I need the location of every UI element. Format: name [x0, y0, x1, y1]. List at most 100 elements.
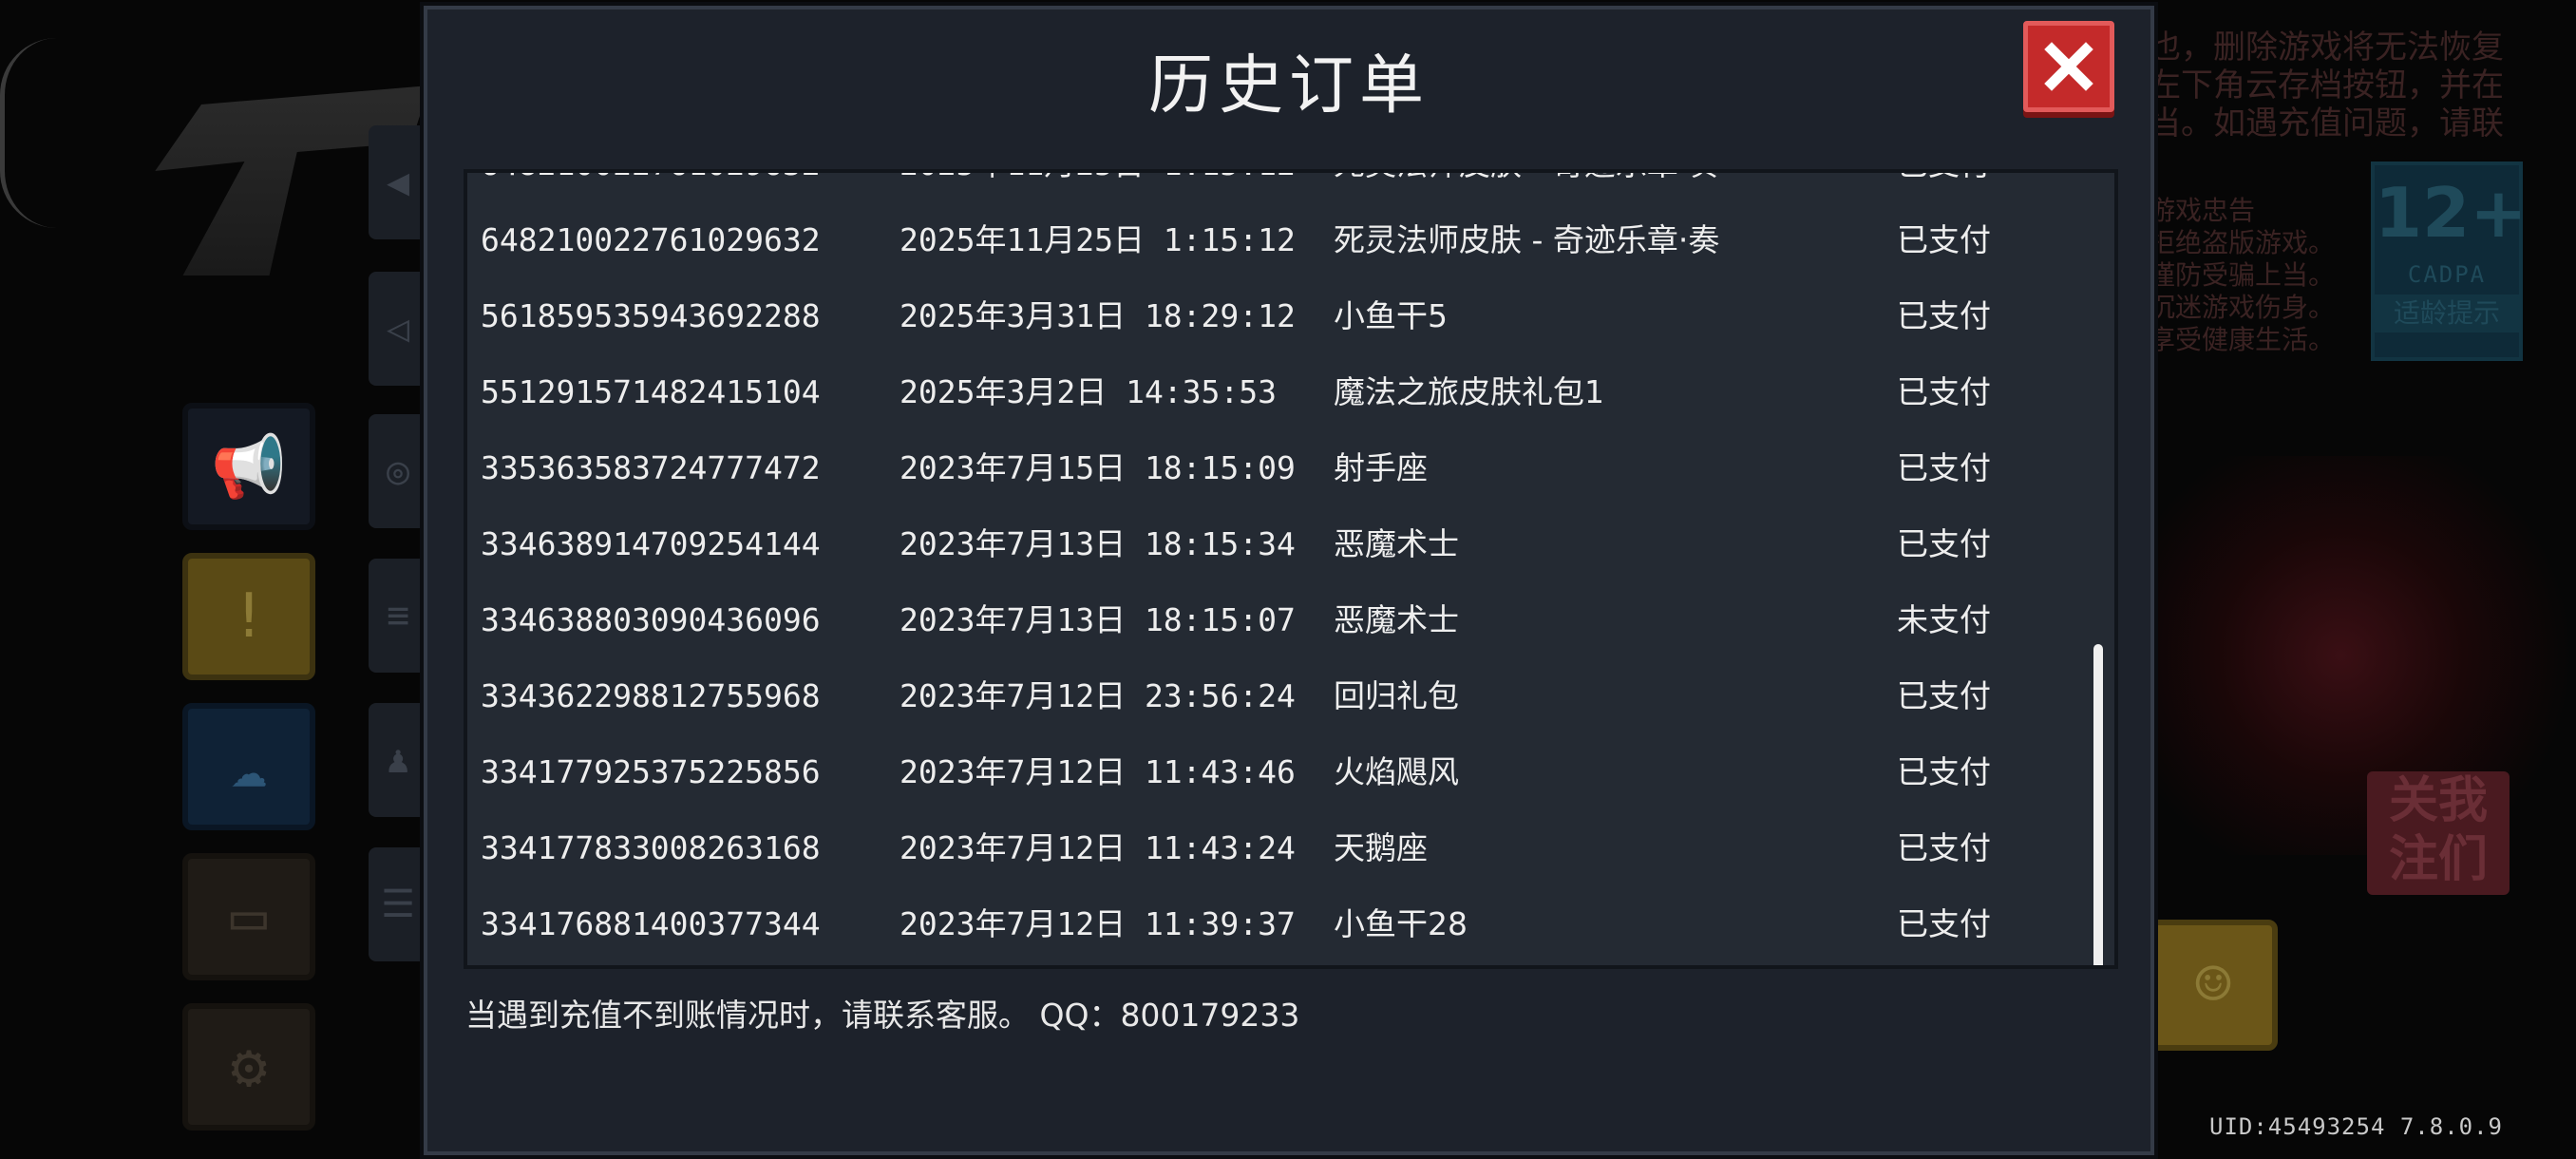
order-id: 334362298812755968	[481, 677, 821, 714]
announcement-button[interactable]: 📢	[182, 403, 315, 530]
gear-icon: ⚙	[230, 1032, 268, 1102]
order-row: 334638803090436096 2023年7月13日 18:15:07 恶魔术…	[467, 583, 2086, 659]
order-id: 648210022761029632	[481, 173, 821, 186]
uid-version-label: UID:45493254 7.8.0.9	[2209, 1113, 2503, 1140]
order-status: 已支付	[1897, 449, 1991, 486]
order-date: 2025年3月2日 14:35:53	[900, 373, 1278, 410]
age-rating-value: 12+	[2375, 173, 2528, 253]
exclamation-icon: !	[230, 581, 268, 652]
order-history-dialog: 历史订单 648210022761029632 2025年11月25日 1:15:…	[424, 6, 2154, 1155]
follow-us-stamp[interactable]: 关我注们	[2367, 771, 2510, 895]
notice-line: 当。如遇充值问题，请联	[2149, 104, 2504, 142]
order-row: 334362298812755968 2023年7月12日 23:56:24 回归礼…	[467, 659, 2086, 735]
megaphone-icon: 📢	[211, 431, 287, 503]
follow-us-text: 关我注们	[2388, 772, 2488, 888]
order-date: 2023年7月13日 18:15:34	[900, 525, 1296, 562]
order-date: 2023年7月12日 11:43:24	[900, 829, 1296, 866]
health-line: 享受健康生活。	[2149, 324, 2336, 355]
user-icon: ♟	[386, 738, 410, 782]
order-item: 死灵法师皮肤 - 奇迹乐章·奏	[1334, 173, 1719, 186]
age-rating-org: CADPA	[2407, 261, 2487, 288]
order-date: 2023年7月12日 11:43:46	[900, 753, 1296, 790]
order-id: 334177833008263168	[481, 829, 821, 866]
health-line: 沉迷游戏伤身。	[2149, 292, 2336, 323]
order-status: 未支付	[1897, 601, 1991, 638]
order-item: 小鱼干28	[1334, 905, 1468, 942]
order-list[interactable]: 648210022761029632 2025年11月25日 1:15:12 死灵法…	[464, 169, 2118, 969]
speaker-icon: ◀	[386, 161, 410, 204]
user-button[interactable]: ♟	[369, 703, 427, 817]
background-arc-decoration	[0, 38, 62, 228]
order-item: 魔法之旅皮肤礼包1	[1334, 373, 1604, 410]
order-id: 561859535943692288	[481, 297, 821, 334]
close-icon	[2044, 42, 2093, 91]
globe-icon: ◎	[386, 449, 410, 493]
order-status: 已支付	[1897, 173, 1991, 186]
background-glow	[2149, 456, 2576, 855]
list-icon: ☰	[381, 883, 415, 926]
health-advice: 游戏忠告 拒绝盗版游戏。 谨防受骗上当。 沉迷游戏伤身。 享受健康生活。	[2149, 195, 2377, 356]
order-row: 334177925375225856 2023年7月12日 11:43:46 火焰飓…	[467, 735, 2086, 811]
privacy-notice: 也，删除游戏将无法恢复 左下角云存档按钮，并在 当。如遇充值问题，请联	[2149, 28, 2576, 142]
health-line: 拒绝盗版游戏。	[2149, 227, 2336, 258]
customer-service-button[interactable]: ☺	[2149, 920, 2278, 1051]
order-date: 2023年7月12日 23:56:24	[900, 677, 1296, 714]
support-note: 当遇到充值不到账情况时，请联系客服。 QQ：800179233	[465, 997, 1300, 1034]
order-status: 已支付	[1897, 373, 1991, 410]
cloud-upload-icon: ☁	[230, 732, 268, 802]
order-date: 2025年11月25日 1:15:12	[900, 221, 1296, 258]
order-id: 334176881400377344	[481, 905, 821, 942]
cloud-save-button[interactable]: ☁	[182, 703, 315, 830]
order-status: 已支付	[1897, 221, 1991, 258]
alert-button[interactable]: !	[182, 553, 315, 680]
dialog-title: 历史订单	[1147, 48, 1430, 124]
notice-line: 也，删除游戏将无法恢复	[2149, 28, 2504, 66]
menu-icon: ≡	[386, 594, 410, 637]
order-item: 恶魔术士	[1334, 601, 1459, 638]
order-row: 335363583724777472 2023年7月15日 18:15:09 射手座…	[467, 431, 2086, 507]
health-line: 谨防受骗上当。	[2149, 259, 2336, 291]
order-row: 334176881400377344 2023年7月12日 11:39:37 小鱼干…	[467, 887, 2086, 963]
health-line: 游戏忠告	[2149, 195, 2256, 226]
order-item: 射手座	[1334, 449, 1428, 486]
order-status: 已支付	[1897, 905, 1991, 942]
list-button[interactable]: ☰	[369, 847, 427, 961]
order-rows: 648210022761029632 2025年11月25日 1:15:12 死灵法…	[467, 173, 2086, 963]
scrollbar[interactable]	[2093, 644, 2103, 965]
order-item: 天鹅座	[1334, 829, 1428, 866]
order-date: 2025年11月25日 1:15:12	[900, 173, 1296, 186]
id-card-icon: ▭	[230, 882, 268, 952]
order-status: 已支付	[1897, 829, 1991, 866]
age-rating-label: 适龄提示	[2375, 294, 2519, 332]
order-item: 小鱼干5	[1334, 297, 1448, 334]
order-id: 334638803090436096	[481, 601, 821, 638]
back-button[interactable]: ◁	[369, 272, 427, 386]
headset-icon: ☺	[2194, 950, 2232, 1020]
order-status: 已支付	[1897, 677, 1991, 714]
order-row: 561859535943692288 2025年3月31日 18:29:12 小鱼干…	[467, 279, 2086, 355]
order-item: 恶魔术士	[1334, 525, 1459, 562]
sound-button[interactable]: ◀	[369, 125, 427, 239]
order-id: 551291571482415104	[481, 373, 821, 410]
settings-button[interactable]: ⚙	[182, 1003, 315, 1130]
menu-button[interactable]: ≡	[369, 559, 427, 673]
language-button[interactable]: ◎	[369, 414, 427, 528]
close-button[interactable]	[2023, 21, 2114, 112]
account-button[interactable]: ▭	[182, 853, 315, 980]
notice-line: 左下角云存档按钮，并在	[2149, 66, 2504, 104]
order-id: 335363583724777472	[481, 449, 821, 486]
order-id: 648210022761029632	[481, 221, 821, 258]
order-row: 334177833008263168 2023年7月12日 11:43:24 天鹅座…	[467, 811, 2086, 887]
order-item: 死灵法师皮肤 - 奇迹乐章·奏	[1334, 221, 1720, 258]
order-item: 火焰飓风	[1334, 753, 1459, 790]
arrow-icon: ◁	[386, 307, 410, 351]
order-status: 已支付	[1897, 753, 1991, 790]
order-date: 2023年7月15日 18:15:09	[900, 449, 1296, 486]
order-id: 334638914709254144	[481, 525, 821, 562]
order-status: 已支付	[1897, 525, 1991, 562]
order-date: 2023年7月12日 11:39:37	[900, 905, 1296, 942]
order-item: 回归礼包	[1334, 677, 1459, 714]
order-date: 2023年7月13日 18:15:07	[900, 601, 1296, 638]
order-row: 648210022761029632 2025年11月25日 1:15:12 死灵法…	[467, 203, 2086, 279]
order-date: 2025年3月31日 18:29:12	[900, 297, 1296, 334]
